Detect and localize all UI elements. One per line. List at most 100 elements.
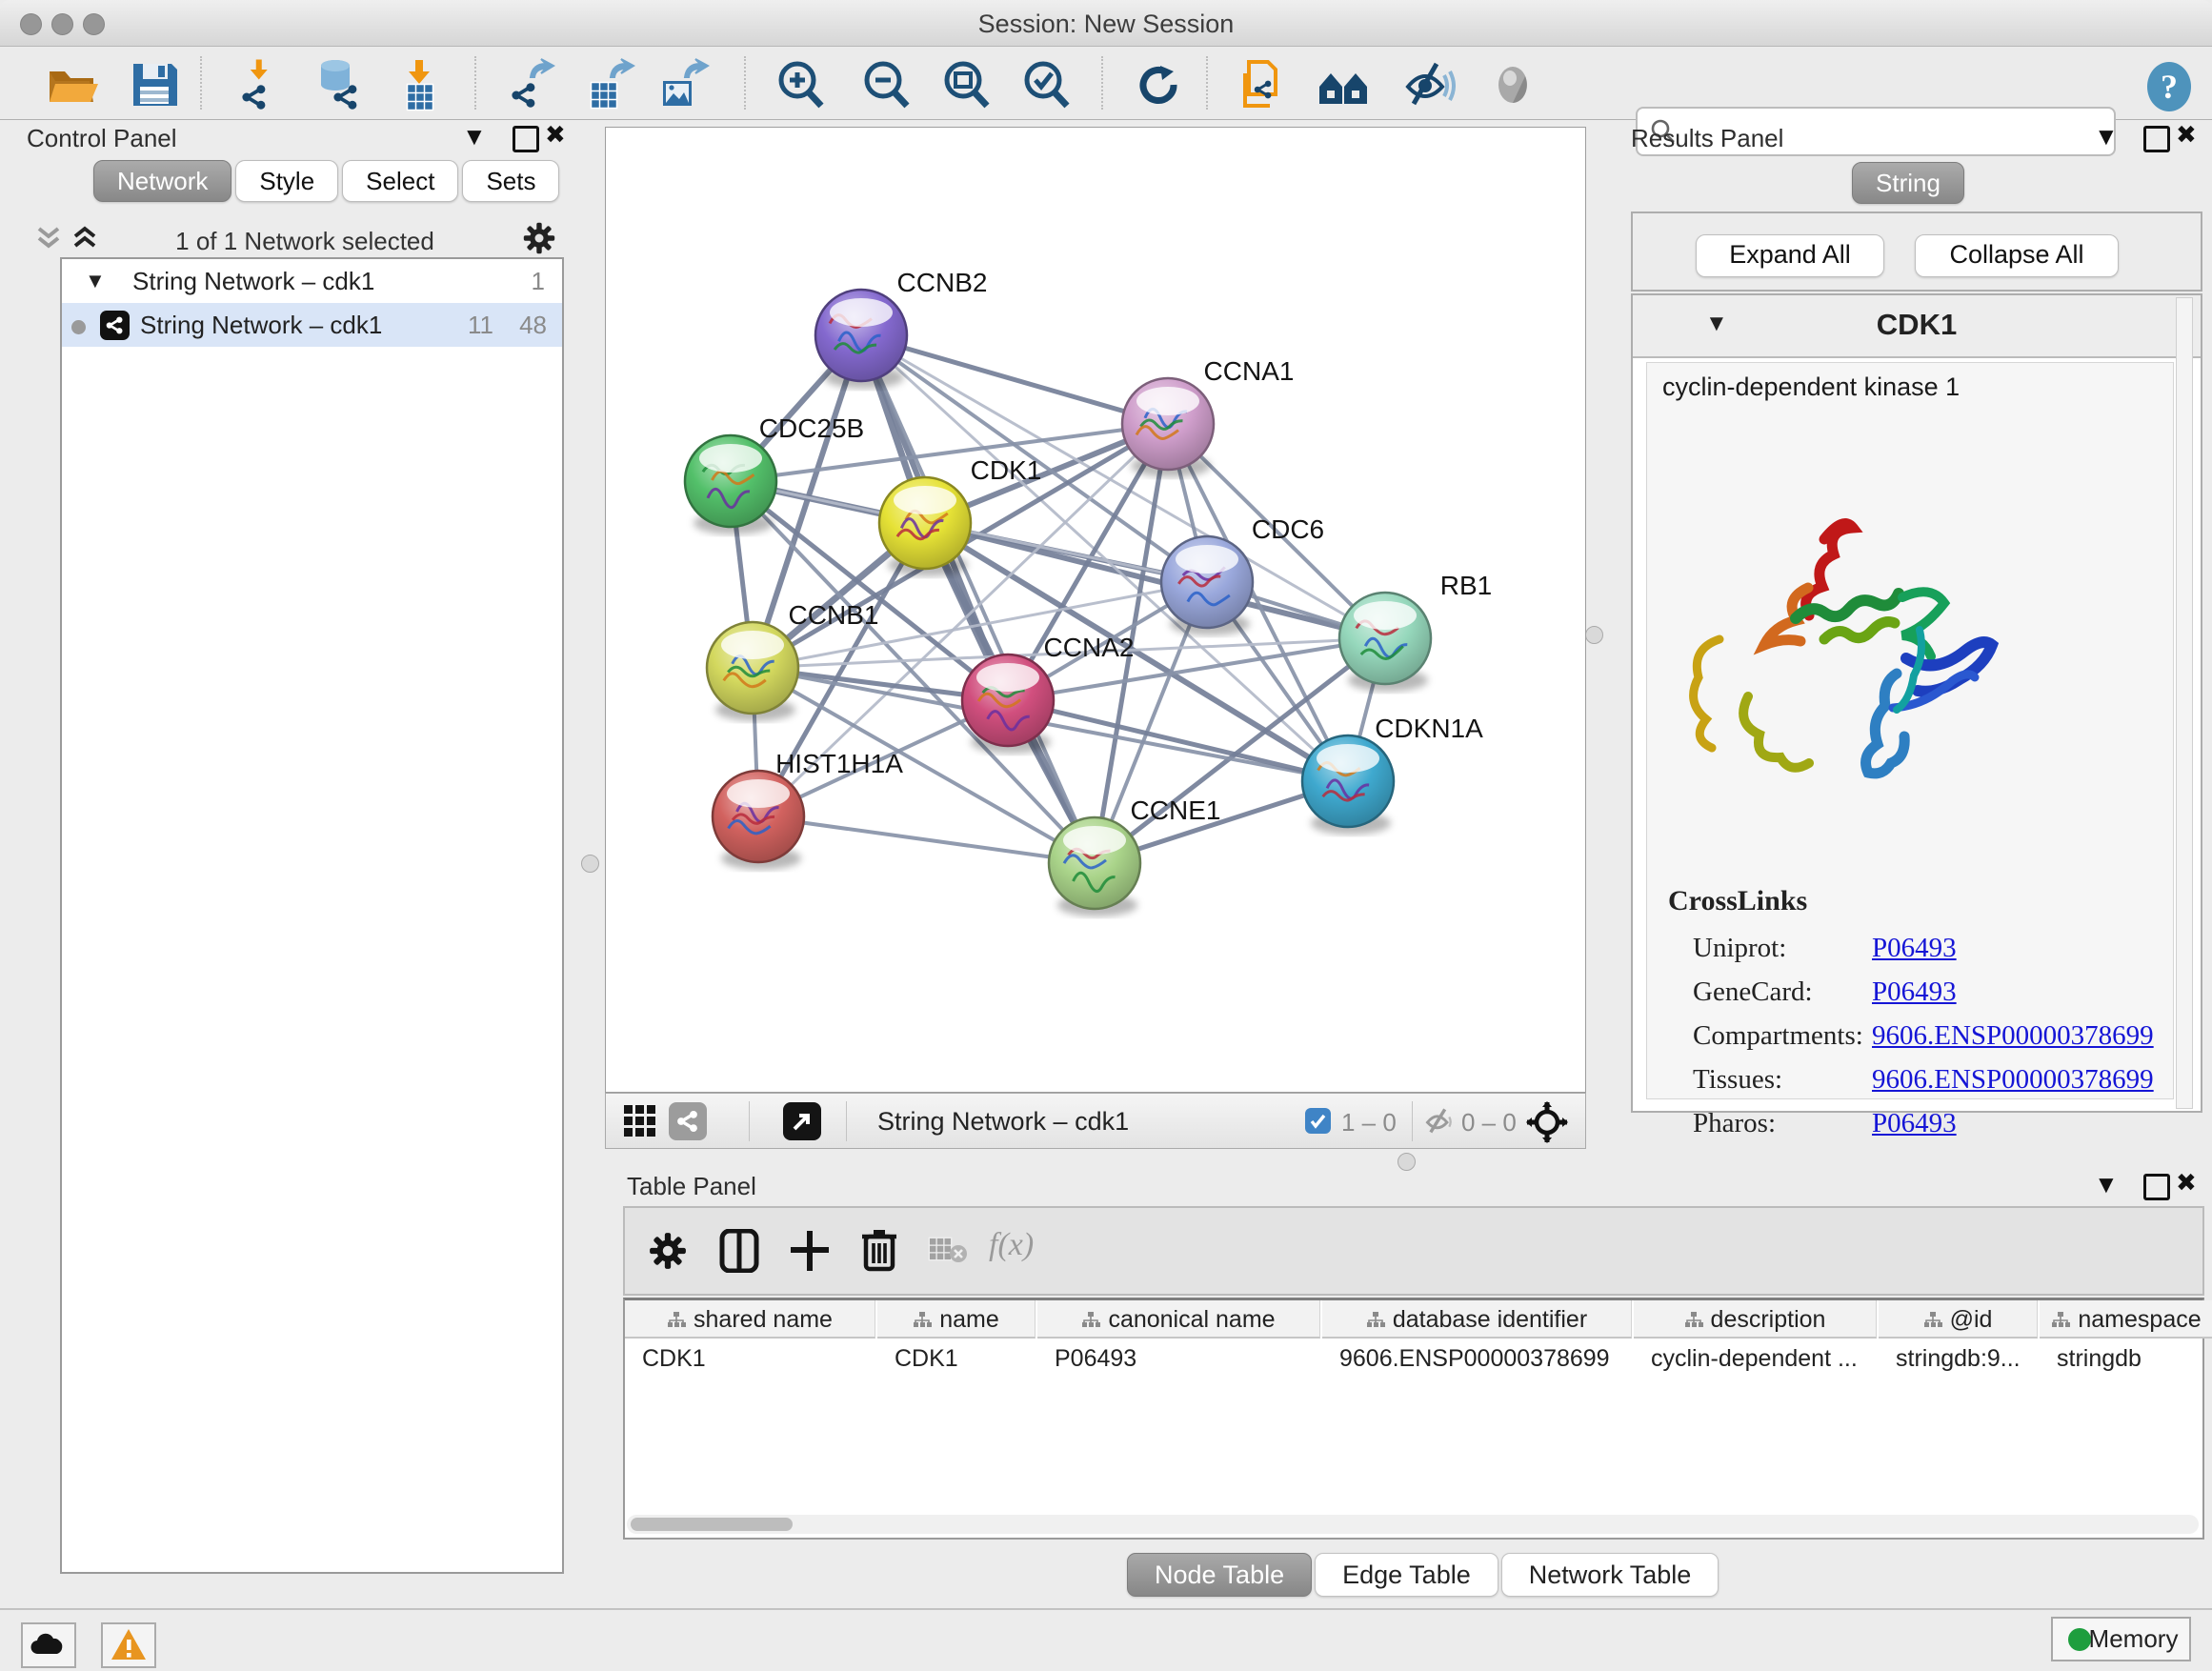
tab-string[interactable]: String	[1852, 162, 1964, 204]
open-session-icon[interactable]	[45, 58, 98, 111]
warnings-button[interactable]	[101, 1622, 156, 1668]
node-CCNB1[interactable]: CCNB1	[707, 600, 878, 721]
table-cell[interactable]: P06493	[1037, 1340, 1320, 1377]
export-image-icon[interactable]	[656, 58, 710, 111]
zoom-in-icon[interactable]	[774, 58, 827, 111]
column-header-namespace[interactable]: namespace	[2040, 1300, 2212, 1339]
node-table[interactable]: shared namenamecanonical namedatabase id…	[623, 1298, 2204, 1540]
table-horizontal-scrollbar[interactable]	[627, 1515, 2199, 1534]
table-cell[interactable]: cyclin-dependent ...	[1634, 1340, 1877, 1377]
zoom-selected-icon[interactable]	[1019, 58, 1073, 111]
import-network-icon[interactable]	[232, 58, 286, 111]
gene-symbol: CDK1	[1633, 308, 2201, 342]
bottom-splitter-handle[interactable]	[1398, 1153, 1416, 1171]
edge-HIST1H1A-CCNE1[interactable]	[758, 816, 1095, 863]
houses-icon[interactable]	[1317, 58, 1370, 111]
column-header-name[interactable]: name	[877, 1300, 1036, 1339]
expand-all-button[interactable]: Expand All	[1696, 234, 1884, 277]
column-header-description[interactable]: description	[1634, 1300, 1877, 1339]
hide-selected-eye-slash-icon[interactable]	[1402, 58, 1456, 111]
crosslink-link[interactable]: P06493	[1872, 1108, 1957, 1139]
network-graph[interactable]: CCNB2CCNA1CDC25BCDK1CDC6RB1CCNB1CCNA2CDK…	[606, 128, 1585, 1092]
crosslinks-title: CrossLinks	[1668, 885, 1807, 917]
export-table-icon[interactable]	[582, 58, 635, 111]
memory-button[interactable]: Memory	[2051, 1617, 2191, 1661]
control-panel-close-icon[interactable]: ✖	[545, 120, 566, 150]
network-view-toolbar: String Network – cdk1 1 – 0 0 – 0	[605, 1093, 1586, 1149]
refresh-icon[interactable]	[1132, 58, 1185, 111]
column-header-databaseidentifier[interactable]: database identifier	[1322, 1300, 1632, 1339]
tab-network-table[interactable]: Network Table	[1501, 1553, 1719, 1597]
crosslink-link[interactable]: P06493	[1872, 933, 1957, 964]
open-in-window-icon[interactable]	[783, 1102, 821, 1140]
collapse-all-networks-icon[interactable]	[32, 221, 65, 258]
crosslink-link[interactable]: 9606.ENSP00000378699	[1872, 1020, 2154, 1052]
results-panel-collapse-icon[interactable]: ▼	[2094, 122, 2119, 151]
table-panel-float-icon[interactable]	[2143, 1174, 2170, 1200]
network-tree-root-row[interactable]: ▼ String Network – cdk1 1	[62, 259, 562, 303]
control-panel-collapse-icon[interactable]: ▼	[462, 122, 487, 151]
export-network-icon[interactable]	[502, 58, 555, 111]
table-options-gear-icon[interactable]	[648, 1231, 688, 1276]
crosslink-link[interactable]: P06493	[1872, 976, 1957, 1008]
zoom-fit-icon[interactable]	[939, 58, 993, 111]
selected-checkbox-icon[interactable]	[1305, 1108, 1331, 1134]
import-network-from-database-icon[interactable]	[312, 58, 366, 111]
status-bar: Memory	[0, 1608, 2212, 1671]
tab-edge-table[interactable]: Edge Table	[1315, 1553, 1498, 1597]
results-panel-close-icon[interactable]: ✖	[2176, 120, 2197, 150]
column-header-sharedname[interactable]: shared name	[625, 1300, 875, 1339]
network-canvas[interactable]: CCNB2CCNA1CDC25BCDK1CDC6RB1CCNB1CCNA2CDK…	[605, 127, 1586, 1093]
tab-style[interactable]: Style	[235, 160, 338, 202]
show-all-eye-icon[interactable]	[1486, 58, 1539, 111]
node-CDKN1A[interactable]: CDKN1A	[1302, 714, 1483, 835]
network-share-icon[interactable]	[669, 1102, 707, 1140]
birdseye-view-icon[interactable]	[623, 1104, 657, 1143]
scrollbar-thumb[interactable]	[631, 1518, 793, 1531]
node-HIST1H1A[interactable]: HIST1H1A	[713, 749, 903, 870]
cloud-button[interactable]	[21, 1622, 76, 1668]
table-cell[interactable]: stringdb:9...	[1879, 1340, 2038, 1377]
table-panel-collapse-icon[interactable]: ▼	[2094, 1170, 2119, 1199]
gene-card-header[interactable]: ▼ CDK1	[1633, 295, 2201, 358]
import-table-icon[interactable]	[396, 58, 450, 111]
clone-network-icon[interactable]	[1236, 58, 1289, 111]
right-splitter-handle[interactable]	[1585, 626, 1603, 644]
network-type-icon	[100, 311, 130, 340]
help-icon[interactable]: ?	[2142, 60, 2196, 113]
table-cell[interactable]: stringdb	[2040, 1340, 2212, 1377]
tree-expander-icon[interactable]: ▼	[85, 259, 106, 303]
results-scrollbar[interactable]	[2176, 297, 2193, 1109]
table-panel-close-icon[interactable]: ✖	[2176, 1168, 2197, 1198]
expand-all-networks-icon[interactable]	[69, 221, 101, 258]
add-column-icon[interactable]	[789, 1229, 831, 1278]
pan-crosshair-icon[interactable]	[1526, 1101, 1568, 1148]
zoom-out-icon[interactable]	[859, 58, 913, 111]
column-header-id[interactable]: @id	[1879, 1300, 2038, 1339]
results-panel-float-icon[interactable]	[2143, 126, 2170, 152]
node-CCNA1[interactable]: CCNA1	[1122, 356, 1294, 477]
edge-CCNB2-CCNA1[interactable]	[861, 335, 1168, 424]
save-session-icon[interactable]	[128, 58, 181, 111]
function-builder-fx: f(x)	[989, 1227, 1034, 1263]
column-header-canonicalname[interactable]: canonical name	[1037, 1300, 1320, 1339]
tab-network[interactable]: Network	[93, 160, 231, 202]
control-panel-float-icon[interactable]	[513, 126, 539, 152]
left-splitter-handle[interactable]	[581, 855, 599, 873]
show-columns-icon[interactable]	[718, 1229, 760, 1278]
crosslink-link[interactable]: 9606.ENSP00000378699	[1872, 1064, 2154, 1096]
crosslink-label: GeneCard:	[1693, 976, 1813, 1007]
collapse-all-button[interactable]: Collapse All	[1915, 234, 2119, 277]
tab-node-table[interactable]: Node Table	[1127, 1553, 1312, 1597]
tab-select[interactable]: Select	[342, 160, 458, 202]
delete-column-trash-icon[interactable]	[859, 1227, 899, 1278]
table-cell[interactable]: CDK1	[877, 1340, 1036, 1377]
node-RB1[interactable]: RB1	[1339, 571, 1492, 692]
table-cell[interactable]: 9606.ENSP00000378699	[1322, 1340, 1632, 1377]
edge-CCNB2-CCNE1[interactable]	[861, 335, 1095, 863]
network-tree-child-row[interactable]: String Network – cdk1 11 48	[62, 303, 562, 347]
table-cell[interactable]: CDK1	[625, 1340, 875, 1377]
network-panel-options-gear-icon[interactable]	[522, 221, 556, 260]
tab-sets[interactable]: Sets	[462, 160, 559, 202]
hidden-eye-slash-icon	[1423, 1106, 1456, 1141]
